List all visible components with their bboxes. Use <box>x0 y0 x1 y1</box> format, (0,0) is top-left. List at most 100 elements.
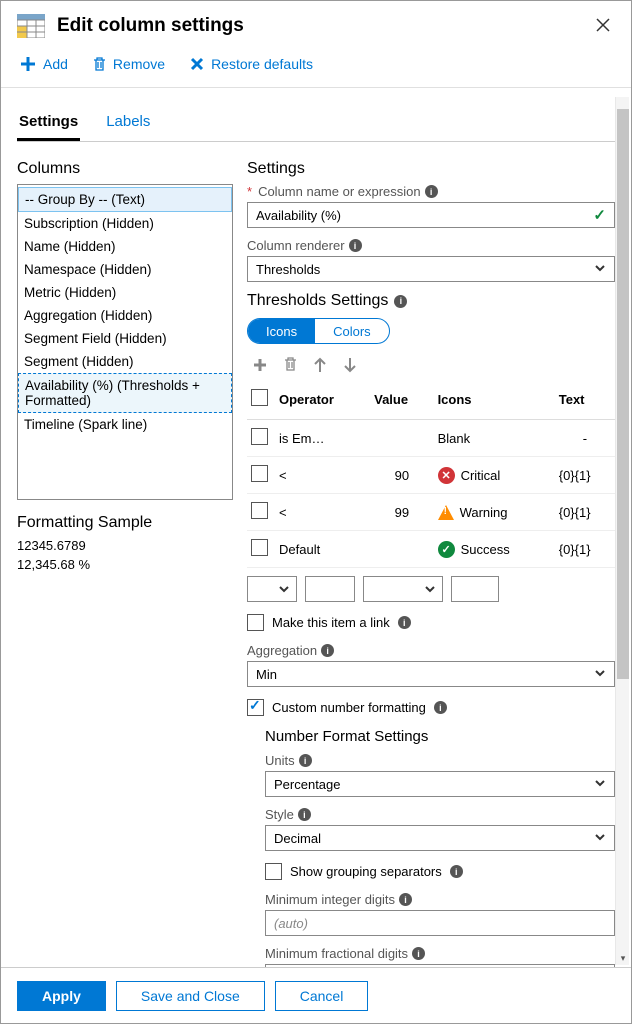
min-int-input[interactable]: (auto) <box>265 910 615 936</box>
row-checkbox[interactable] <box>251 539 268 556</box>
th-operator: Operator <box>275 383 370 420</box>
grouping-checkbox[interactable] <box>265 863 282 880</box>
toolbar: Add Remove Restore defaults <box>1 47 631 88</box>
add-button[interactable]: Add <box>19 55 68 73</box>
info-icon[interactable]: i <box>394 295 407 308</box>
scroll-down-arrow[interactable]: ▾ <box>617 953 629 963</box>
new-icon-select[interactable] <box>363 576 443 602</box>
check-icon: ✓ <box>593 206 606 224</box>
columns-list[interactable]: -- Group By -- (Text) Subscription (Hidd… <box>17 184 233 500</box>
custom-format-checkbox[interactable] <box>247 699 264 716</box>
tab-labels[interactable]: Labels <box>104 107 152 141</box>
column-item[interactable]: -- Group By -- (Text) <box>18 187 232 212</box>
select-all-checkbox[interactable] <box>251 389 268 406</box>
chevron-down-icon <box>594 667 606 682</box>
sample-formatted: 12,345.68 % <box>17 557 233 572</box>
th-text: Text <box>555 383 615 420</box>
col-name-input[interactable]: Availability (%) ✓ <box>247 202 615 228</box>
remove-button[interactable]: Remove <box>92 55 165 73</box>
chevron-down-icon <box>594 831 606 846</box>
grouping-label: Show grouping separators <box>290 864 442 879</box>
row-checkbox[interactable] <box>251 502 268 519</box>
chevron-down-icon <box>594 262 606 277</box>
dialog-title: Edit column settings <box>57 15 591 37</box>
column-item-selected[interactable]: Availability (%) (Thresholds + Formatted… <box>18 373 232 413</box>
thresholds-header: Thresholds Settings i <box>247 292 615 310</box>
aggregation-select[interactable]: Min <box>247 661 615 687</box>
column-item[interactable]: Name (Hidden) <box>18 235 232 258</box>
renderer-select[interactable]: Thresholds <box>247 256 615 282</box>
row-checkbox[interactable] <box>251 465 268 482</box>
min-frac-label: Minimum fractional digits i <box>265 946 615 961</box>
close-button[interactable] <box>591 13 615 39</box>
col-name-label: *Column name or expression i <box>247 184 615 199</box>
formatting-sample-header: Formatting Sample <box>17 514 233 532</box>
column-item[interactable]: Subscription (Hidden) <box>18 212 232 235</box>
info-icon[interactable]: i <box>399 893 412 906</box>
thresholds-table: Operator Value Icons Text is Em… Blank - <box>247 383 615 568</box>
scrollbar[interactable]: ▾ <box>615 97 629 965</box>
new-operator-select[interactable] <box>247 576 297 602</box>
success-icon: ✓ <box>438 541 455 558</box>
info-icon[interactable]: i <box>299 754 312 767</box>
make-link-checkbox[interactable] <box>247 614 264 631</box>
info-icon[interactable]: i <box>412 947 425 960</box>
new-value-input[interactable] <box>305 576 355 602</box>
threshold-move-down-button[interactable] <box>342 356 358 377</box>
column-item[interactable]: Metric (Hidden) <box>18 281 232 304</box>
cancel-button[interactable]: Cancel <box>275 981 369 1011</box>
remove-label: Remove <box>113 56 165 72</box>
info-icon[interactable]: i <box>450 865 463 878</box>
threshold-row[interactable]: Default ✓Success {0}{1} <box>247 531 615 568</box>
units-select[interactable]: Percentage <box>265 771 615 797</box>
number-format-header: Number Format Settings <box>265 728 615 745</box>
info-icon[interactable]: i <box>321 644 334 657</box>
style-select[interactable]: Decimal <box>265 825 615 851</box>
info-icon[interactable]: i <box>425 185 438 198</box>
warning-icon <box>438 505 454 520</box>
table-icon <box>17 14 45 38</box>
threshold-add-button[interactable] <box>251 356 269 377</box>
info-icon[interactable]: i <box>298 808 311 821</box>
threshold-move-up-button[interactable] <box>312 356 328 377</box>
chevron-down-icon <box>594 777 606 792</box>
units-label: Units i <box>265 753 615 768</box>
scrollbar-thumb[interactable] <box>617 109 629 679</box>
column-item[interactable]: Namespace (Hidden) <box>18 258 232 281</box>
style-label: Style i <box>265 807 615 822</box>
min-int-label: Minimum integer digits i <box>265 892 615 907</box>
row-checkbox[interactable] <box>251 428 268 445</box>
info-icon[interactable]: i <box>398 616 411 629</box>
add-label: Add <box>43 56 68 72</box>
threshold-row[interactable]: is Em… Blank - <box>247 420 615 457</box>
tab-bar: Settings Labels <box>17 107 615 142</box>
restore-defaults-button[interactable]: Restore defaults <box>189 55 313 73</box>
info-icon[interactable]: i <box>349 239 362 252</box>
toggle-icons[interactable]: Icons <box>248 319 315 343</box>
restore-label: Restore defaults <box>211 56 313 72</box>
info-icon[interactable]: i <box>434 701 447 714</box>
column-item[interactable]: Timeline (Spark line) <box>18 413 232 436</box>
threshold-delete-button[interactable] <box>283 356 298 377</box>
save-close-button[interactable]: Save and Close <box>116 981 265 1011</box>
th-value: Value <box>370 383 433 420</box>
column-item[interactable]: Segment (Hidden) <box>18 350 232 373</box>
threshold-row[interactable]: < 99 Warning {0}{1} <box>247 494 615 531</box>
th-icons: Icons <box>434 383 555 420</box>
renderer-label: Column renderer i <box>247 238 615 253</box>
tab-settings[interactable]: Settings <box>17 107 80 141</box>
new-text-input[interactable] <box>451 576 499 602</box>
dialog-header: Edit column settings <box>1 1 631 47</box>
column-item[interactable]: Segment Field (Hidden) <box>18 327 232 350</box>
critical-icon: ✕ <box>438 467 455 484</box>
threshold-row[interactable]: < 90 ✕Critical {0}{1} <box>247 457 615 494</box>
sample-raw: 12345.6789 <box>17 538 233 553</box>
thresholds-mode-toggle: Icons Colors <box>247 318 390 344</box>
column-item[interactable]: Aggregation (Hidden) <box>18 304 232 327</box>
apply-button[interactable]: Apply <box>17 981 106 1011</box>
make-link-label: Make this item a link <box>272 615 390 630</box>
columns-header: Columns <box>17 160 233 178</box>
toggle-colors[interactable]: Colors <box>315 319 389 343</box>
formatting-sample: Formatting Sample 12345.6789 12,345.68 % <box>17 514 233 572</box>
thresholds-toolbar <box>251 356 615 377</box>
